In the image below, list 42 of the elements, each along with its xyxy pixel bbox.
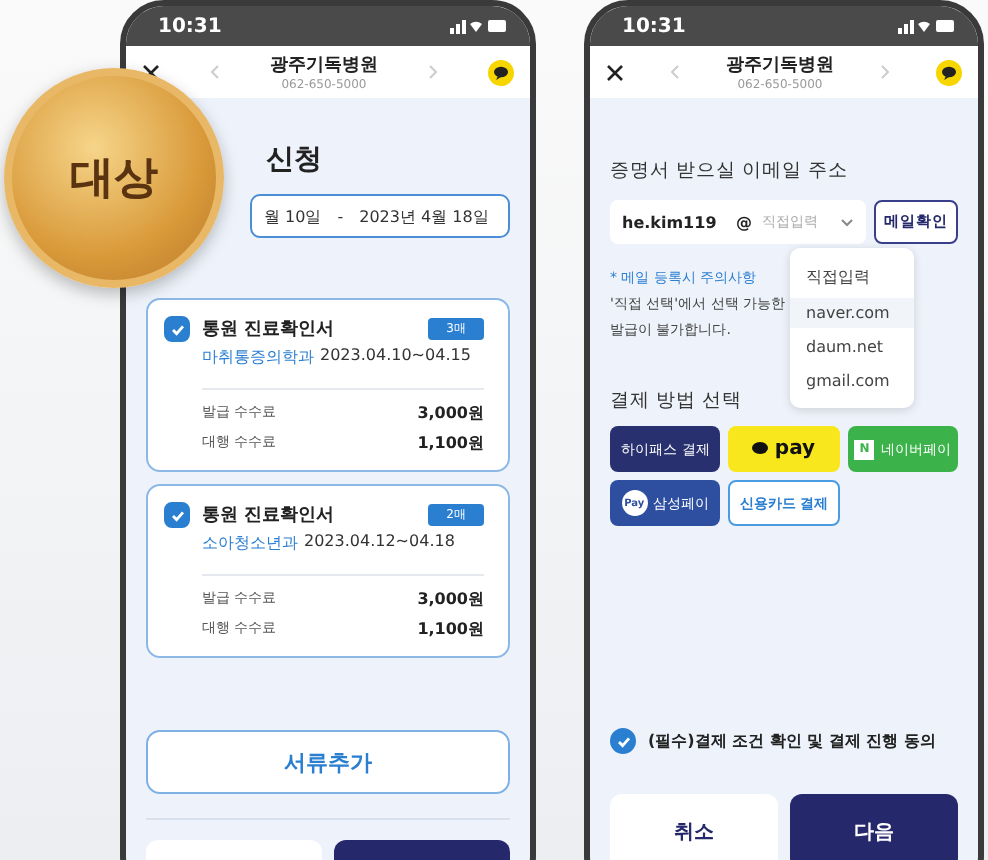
agreement-checkbox[interactable] bbox=[610, 728, 636, 754]
hospital-name: 광주기독병원 bbox=[726, 54, 834, 78]
dropdown-option[interactable]: daum.net bbox=[790, 332, 914, 362]
department-name: 소아청소년과 bbox=[202, 532, 298, 554]
department-name: 마취통증의학과 bbox=[202, 346, 314, 368]
date-range-field[interactable]: 월 10일 - 2023년 4월 18일 bbox=[250, 194, 510, 238]
page-title: 신청 bbox=[266, 142, 322, 178]
fee-amount: 3,000원 bbox=[417, 588, 484, 610]
next-button[interactable]: 다음 bbox=[790, 794, 958, 860]
check-icon bbox=[169, 507, 185, 523]
close-icon[interactable] bbox=[142, 63, 160, 81]
signal-battery-icon bbox=[450, 18, 506, 34]
signal-battery-icon bbox=[898, 18, 954, 34]
chat-bubble-icon[interactable] bbox=[936, 59, 962, 85]
medal-label: 대상 bbox=[70, 152, 158, 208]
checkbox[interactable] bbox=[164, 502, 190, 528]
dropdown-option[interactable]: gmail.com bbox=[790, 366, 914, 396]
chevron-down-icon[interactable] bbox=[840, 217, 854, 227]
cancel-button[interactable]: 취소 bbox=[610, 794, 778, 860]
dropdown-option[interactable]: naver.com bbox=[790, 298, 914, 328]
dropdown-option[interactable]: 직접입력 bbox=[790, 260, 914, 294]
add-document-button[interactable]: 서류추가 bbox=[146, 730, 510, 794]
email-label: 증명서 받으실 이메일 주소 bbox=[610, 158, 849, 184]
checkbox[interactable] bbox=[164, 316, 190, 342]
status-time: 10:31 bbox=[622, 15, 686, 37]
fee-amount: 3,000원 bbox=[417, 402, 484, 424]
chat-bubble-icon[interactable] bbox=[488, 59, 514, 85]
agreement-label: (필수)결제 조건 확인 및 결제 진행 동의 bbox=[648, 730, 937, 752]
close-icon[interactable] bbox=[606, 63, 624, 81]
speech-bubble-icon bbox=[752, 442, 769, 456]
document-title: 통원 진료확인서 bbox=[202, 318, 337, 342]
fee-amount: 1,100원 bbox=[417, 618, 484, 640]
period-text: 2023.04.10~04.15 bbox=[320, 346, 471, 368]
hospital-name: 광주기독병원 bbox=[270, 54, 378, 78]
period-text: 2023.04.12~04.18 bbox=[304, 532, 455, 554]
payment-button[interactable]: pay bbox=[728, 426, 840, 472]
payment-label: 결제 방법 선택 bbox=[610, 388, 743, 414]
document-title: 통원 진료확인서 bbox=[202, 504, 337, 528]
check-icon bbox=[169, 321, 185, 337]
check-icon bbox=[615, 733, 631, 749]
fee-amount: 1,100원 bbox=[417, 432, 484, 454]
status-time: 10:31 bbox=[158, 15, 222, 37]
